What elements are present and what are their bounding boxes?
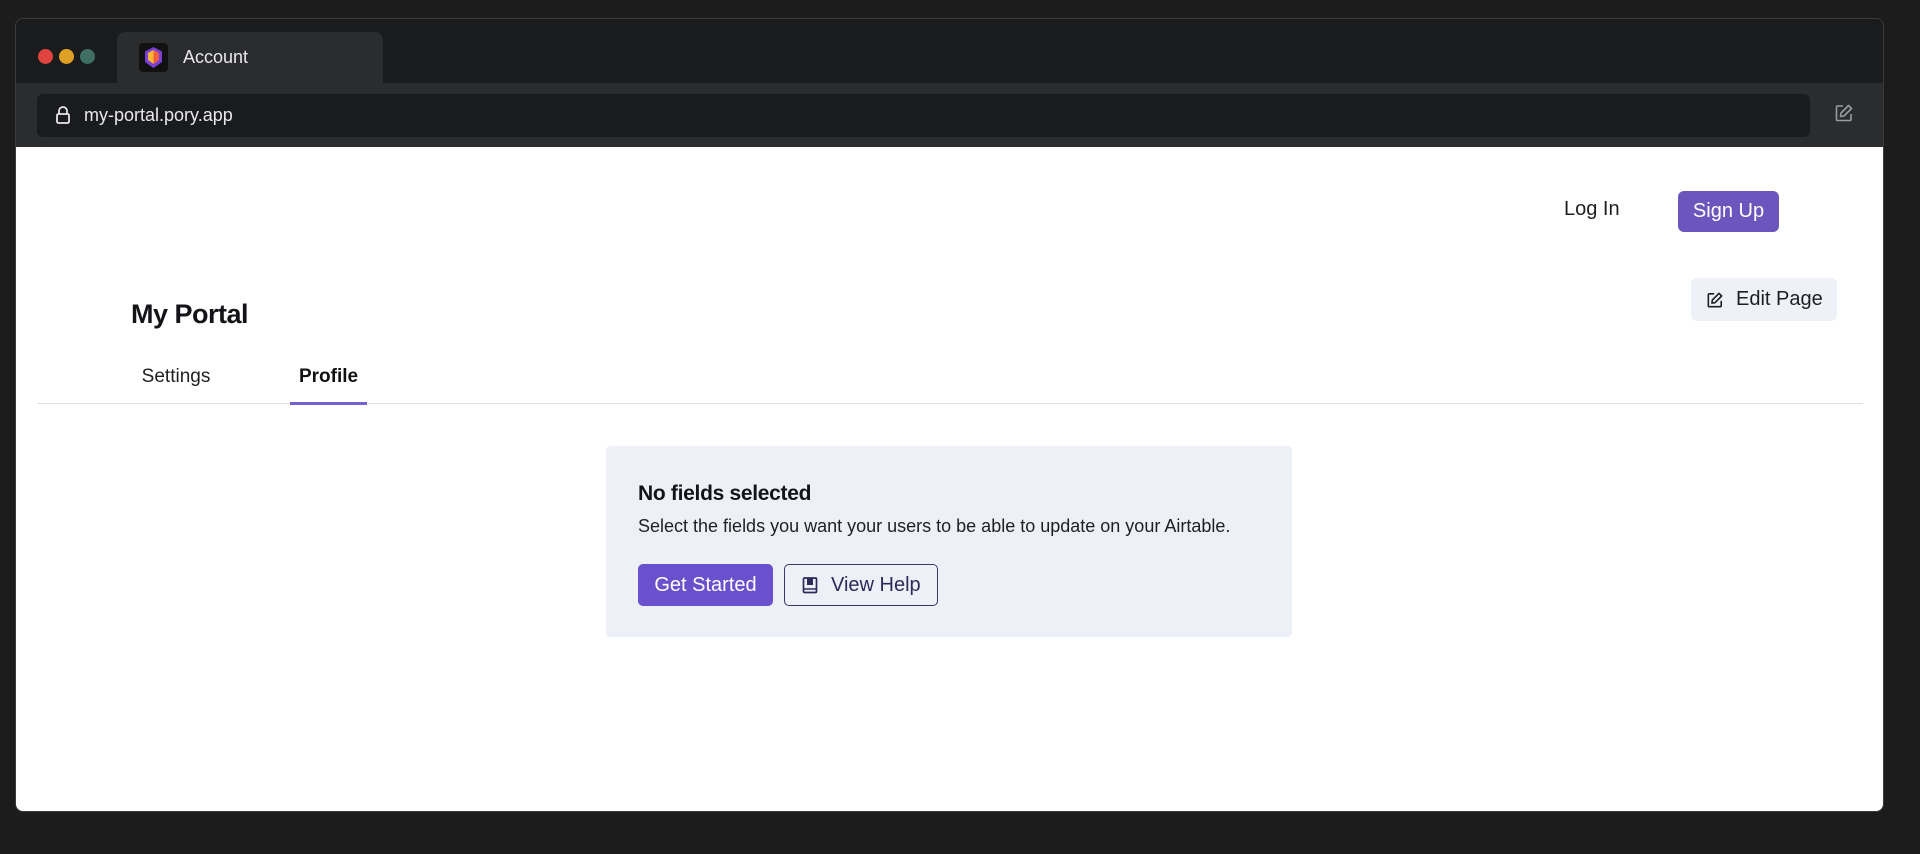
page-tabs: Settings Profile — [37, 357, 1863, 405]
url-text: my-portal.pory.app — [84, 105, 233, 125]
view-help-button[interactable]: View Help — [784, 564, 938, 606]
page-title: My Portal — [131, 299, 249, 329]
edit-page-label: Edit Page — [1736, 288, 1823, 310]
empty-state-card: No fields selected Select the fields you… — [606, 446, 1292, 637]
tab-profile[interactable]: Profile — [290, 357, 367, 405]
pory-logo-icon — [139, 43, 168, 72]
book-icon — [802, 577, 818, 600]
edit-page-button[interactable]: Edit Page — [1691, 278, 1837, 321]
browser-tab[interactable]: Account — [117, 32, 383, 83]
lock-icon — [56, 106, 70, 129]
tab-title: Account — [183, 47, 249, 67]
empty-state-description: Select the fields you want your users to… — [638, 516, 1231, 536]
tab-settings[interactable]: Settings — [132, 357, 220, 404]
get-started-button[interactable]: Get Started — [638, 564, 773, 606]
tab-strip: Account — [16, 19, 1883, 83]
window-maximize-button[interactable] — [80, 49, 95, 64]
edit-icon[interactable] — [1835, 104, 1853, 127]
page-content: Log In Sign Up Edit Page My Portal Setti… — [16, 147, 1883, 811]
signup-button[interactable]: Sign Up — [1678, 191, 1779, 232]
edit-icon — [1707, 291, 1723, 314]
window-minimize-button[interactable] — [59, 49, 74, 64]
login-link[interactable]: Log In — [1564, 198, 1620, 221]
address-bar[interactable]: my-portal.pory.app — [37, 94, 1810, 137]
browser-toolbar: my-portal.pory.app — [16, 83, 1883, 147]
window-close-button[interactable] — [38, 49, 53, 64]
empty-state-title: No fields selected — [638, 482, 812, 505]
view-help-label: View Help — [831, 574, 921, 596]
browser-window: Account my-portal.pory.app Log In Sign U… — [15, 18, 1884, 812]
